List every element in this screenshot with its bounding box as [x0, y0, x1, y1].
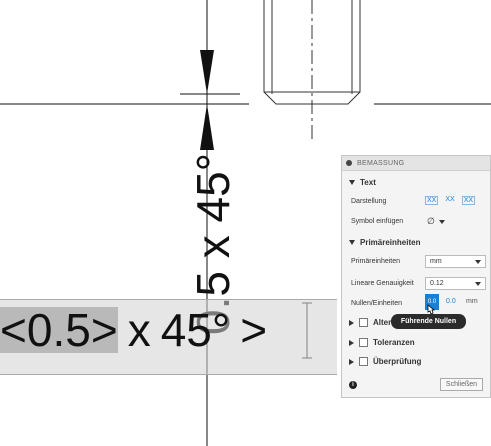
darstellung-label: Darstellung	[351, 198, 387, 205]
chevron-down-icon	[475, 260, 481, 264]
seg-x: x	[127, 304, 151, 356]
symbol-dropdown[interactable]: ∅	[427, 216, 445, 227]
section-tolerances[interactable]: Toleranzen	[349, 338, 415, 347]
diameter-icon: ∅	[427, 216, 435, 226]
chevron-right-icon	[349, 339, 354, 346]
alternate-checkbox[interactable]	[359, 318, 368, 327]
primary-units-select[interactable]: mm	[425, 255, 486, 268]
darstellung-option-1[interactable]: XX	[425, 196, 439, 205]
check-checkbox[interactable]	[359, 357, 368, 366]
darstellung-option-3[interactable]: XX	[461, 196, 476, 205]
chevron-right-icon	[349, 319, 354, 326]
symbol-label: Symbol einfügen	[351, 218, 404, 225]
panel-collapse-icon[interactable]	[346, 160, 352, 166]
primary-units-label: Primäreinheiten	[351, 258, 401, 265]
close-button[interactable]: Schließen	[440, 378, 483, 391]
info-icon[interactable]: i	[349, 381, 357, 389]
seg-angle: 45°	[160, 304, 231, 356]
tolerances-checkbox[interactable]	[359, 338, 368, 347]
precision-label: Lineare Genauigkeit	[351, 280, 414, 287]
section-check[interactable]: Überprüfung	[349, 357, 421, 366]
darstellung-option-2[interactable]: XX	[444, 196, 455, 205]
units-toggle[interactable]: mm	[466, 298, 478, 305]
dimension-edit-text[interactable]: < 0.5 > x 45° >	[0, 301, 267, 359]
panel-title: BEMASSUNG	[357, 159, 405, 167]
trailing-zeros-button[interactable]: 0.0	[446, 298, 456, 305]
dimension-panel: BEMASSUNG Text Darstellung XX XX XX Symb…	[341, 155, 491, 398]
chevron-down-icon	[438, 219, 445, 224]
zeros-label: Nullen/Einheiten	[351, 300, 402, 307]
seg-open: <	[0, 304, 27, 356]
precision-select[interactable]: 0.12	[425, 277, 486, 290]
section-primary[interactable]: Primäreinheiten	[349, 238, 420, 247]
chevron-down-icon	[475, 282, 481, 286]
seg-end: >	[240, 304, 268, 356]
seg-close: >	[90, 304, 118, 356]
section-alternate[interactable]: Alter	[349, 318, 391, 327]
arrow-down	[200, 50, 214, 94]
chevron-down-icon	[349, 180, 355, 185]
chevron-right-icon	[349, 358, 354, 365]
chevron-down-icon	[349, 240, 355, 245]
seg-value: 0.5	[26, 304, 91, 356]
section-text[interactable]: Text	[349, 178, 376, 187]
arrow-up	[200, 104, 214, 150]
tooltip: Führende Nullen	[391, 314, 466, 329]
panel-header[interactable]: BEMASSUNG	[342, 156, 490, 171]
darstellung-options: XX XX XX	[425, 196, 476, 205]
